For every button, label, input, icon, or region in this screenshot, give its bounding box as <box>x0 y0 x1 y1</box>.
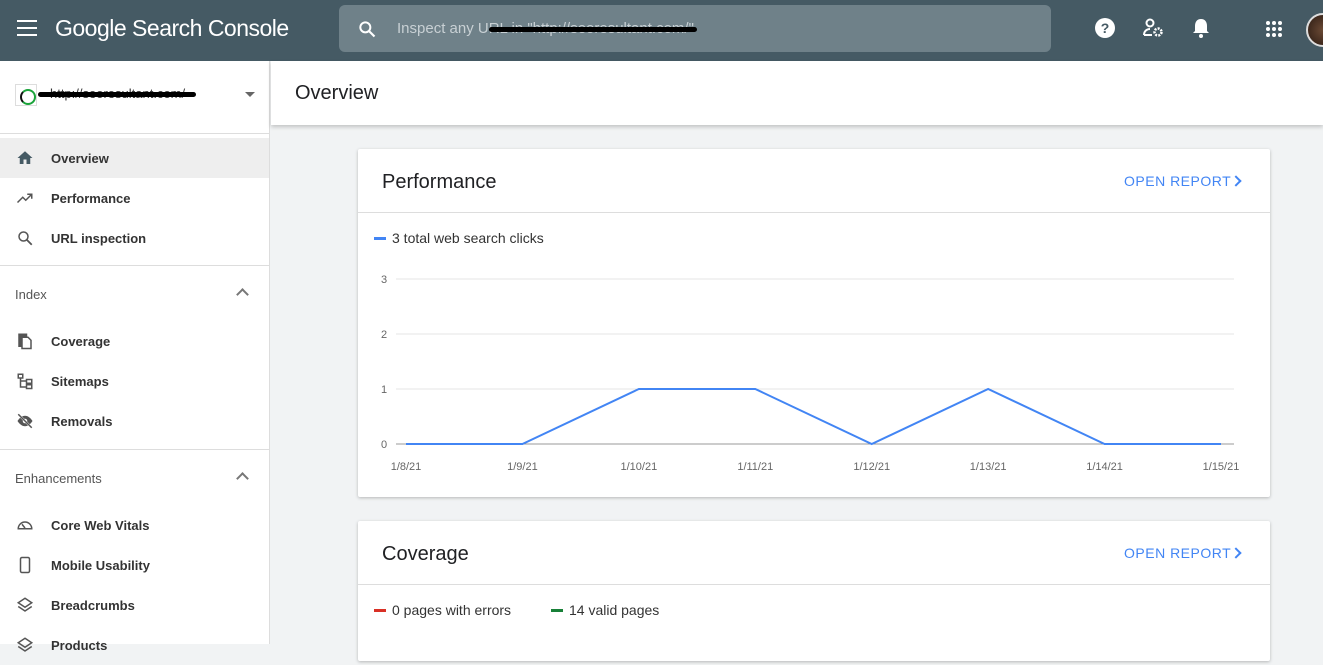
page-header: Overview <box>271 61 1323 125</box>
chevron-right-icon[interactable] <box>1230 547 1242 559</box>
errors-legend: 0 pages with errors <box>374 602 511 618</box>
legend-label: 14 valid pages <box>569 602 660 618</box>
property-selector[interactable]: http://seoresultant.com/ <box>0 61 269 134</box>
app-title[interactable]: Google Search Console <box>55 15 289 42</box>
divider <box>358 584 1270 585</box>
page-title: Overview <box>295 82 379 104</box>
sidebar-item-label: Products <box>51 637 108 653</box>
section-index-header[interactable]: Index <box>0 265 269 321</box>
sidebar-item-sitemaps[interactable]: Sitemaps <box>0 361 269 401</box>
menu-icon[interactable] <box>17 20 37 36</box>
phone-icon <box>19 556 31 574</box>
open-report-button[interactable]: OPEN REPORT <box>1124 545 1231 561</box>
help-icon[interactable]: ? <box>1094 17 1116 39</box>
x-tick-label: 1/14/21 <box>1086 461 1123 473</box>
sidebar-item-breadcrumbs[interactable]: Breadcrumbs <box>0 585 269 625</box>
home-icon <box>17 151 33 164</box>
section-title: Index <box>15 287 47 302</box>
sidebar-item-label: Overview <box>51 150 109 166</box>
sidebar-item-label: Core Web Vitals <box>51 517 150 533</box>
sitemap-icon <box>17 373 33 390</box>
gauge-icon <box>17 521 33 530</box>
x-tick-label: 1/11/21 <box>737 461 773 473</box>
user-settings-icon[interactable] <box>1142 17 1164 39</box>
redaction-mark <box>489 27 697 32</box>
coverage-card: Coverage OPEN REPORT 0 pages with errors… <box>358 521 1270 661</box>
y-tick-label: 0 <box>381 439 387 451</box>
chevron-up-icon <box>236 472 249 485</box>
layers-icon <box>16 637 34 652</box>
sidebar-item-overview[interactable]: Overview <box>0 138 269 178</box>
sidebar-item-mobile-usability[interactable]: Mobile Usability <box>0 545 269 585</box>
sidebar-item-label: Mobile Usability <box>51 557 150 573</box>
sidebar-item-performance[interactable]: Performance <box>0 178 269 218</box>
y-tick-label: 2 <box>381 329 387 341</box>
search-icon <box>18 231 33 246</box>
sidebar-item-removals[interactable]: Removals <box>0 401 269 441</box>
svg-text:?: ? <box>1101 20 1110 36</box>
search-input[interactable]: Inspect any URL in "http://seoresultant.… <box>339 5 1051 52</box>
sidebar-item-url-inspection[interactable]: URL inspection <box>0 218 269 258</box>
performance-card: Performance OPEN REPORT 3 total web sear… <box>358 149 1270 497</box>
top-bar: Google Search Console Inspect any URL in… <box>0 0 1323 61</box>
series-line <box>406 387 1221 446</box>
y-tick-label: 1 <box>381 384 387 396</box>
legend-label: 0 pages with errors <box>392 602 512 618</box>
section-title: Enhancements <box>15 471 102 486</box>
card-title: Coverage <box>382 543 469 565</box>
redaction-mark <box>38 92 196 97</box>
x-tick-label: 1/12/21 <box>853 461 890 473</box>
performance-chart: 0 1 2 3 1/8/21 1/9/21 1/10/21 1/11/21 1/12/21 1/1… <box>381 274 1240 473</box>
section-enhancements-header[interactable]: Enhancements <box>0 449 269 505</box>
legend-swatch <box>374 608 386 612</box>
notifications-icon[interactable] <box>1191 17 1211 39</box>
sidebar-item-label: URL inspection <box>51 230 147 246</box>
dropdown-arrow-icon <box>245 92 255 102</box>
x-tick-label: 1/8/21 <box>391 461 422 473</box>
apps-icon[interactable] <box>1265 20 1283 38</box>
trending-up-icon <box>16 193 33 204</box>
sidebar: http://seoresultant.com/ Overview Perfor… <box>0 61 270 653</box>
sidebar-item-coverage[interactable]: Coverage <box>0 321 269 361</box>
valid-legend: 14 valid pages <box>551 602 659 618</box>
y-tick-label: 3 <box>381 274 387 286</box>
sidebar-item-label: Sitemaps <box>51 373 109 389</box>
sidebar-item-label: Removals <box>51 413 113 429</box>
legend-swatch <box>551 608 563 612</box>
avatar[interactable] <box>1306 13 1323 47</box>
sidebar-item-label: Performance <box>51 190 131 206</box>
x-tick-label: 1/13/21 <box>970 461 1007 473</box>
copy-icon <box>18 333 32 350</box>
x-tick-label: 1/10/21 <box>621 461 658 473</box>
x-tick-label: 1/9/21 <box>507 461 538 473</box>
search-icon <box>359 21 376 38</box>
chevron-up-icon <box>236 288 249 301</box>
sidebar-item-label: Coverage <box>51 333 111 349</box>
sidebar-item-products[interactable]: Products <box>0 625 269 665</box>
property-favicon <box>15 84 37 106</box>
x-tick-label: 1/15/21 <box>1203 461 1240 473</box>
layers-icon <box>16 597 34 612</box>
sidebar-item-label: Breadcrumbs <box>51 597 135 613</box>
eye-off-icon <box>17 413 33 429</box>
sidebar-item-core-web-vitals[interactable]: Core Web Vitals <box>0 505 269 545</box>
